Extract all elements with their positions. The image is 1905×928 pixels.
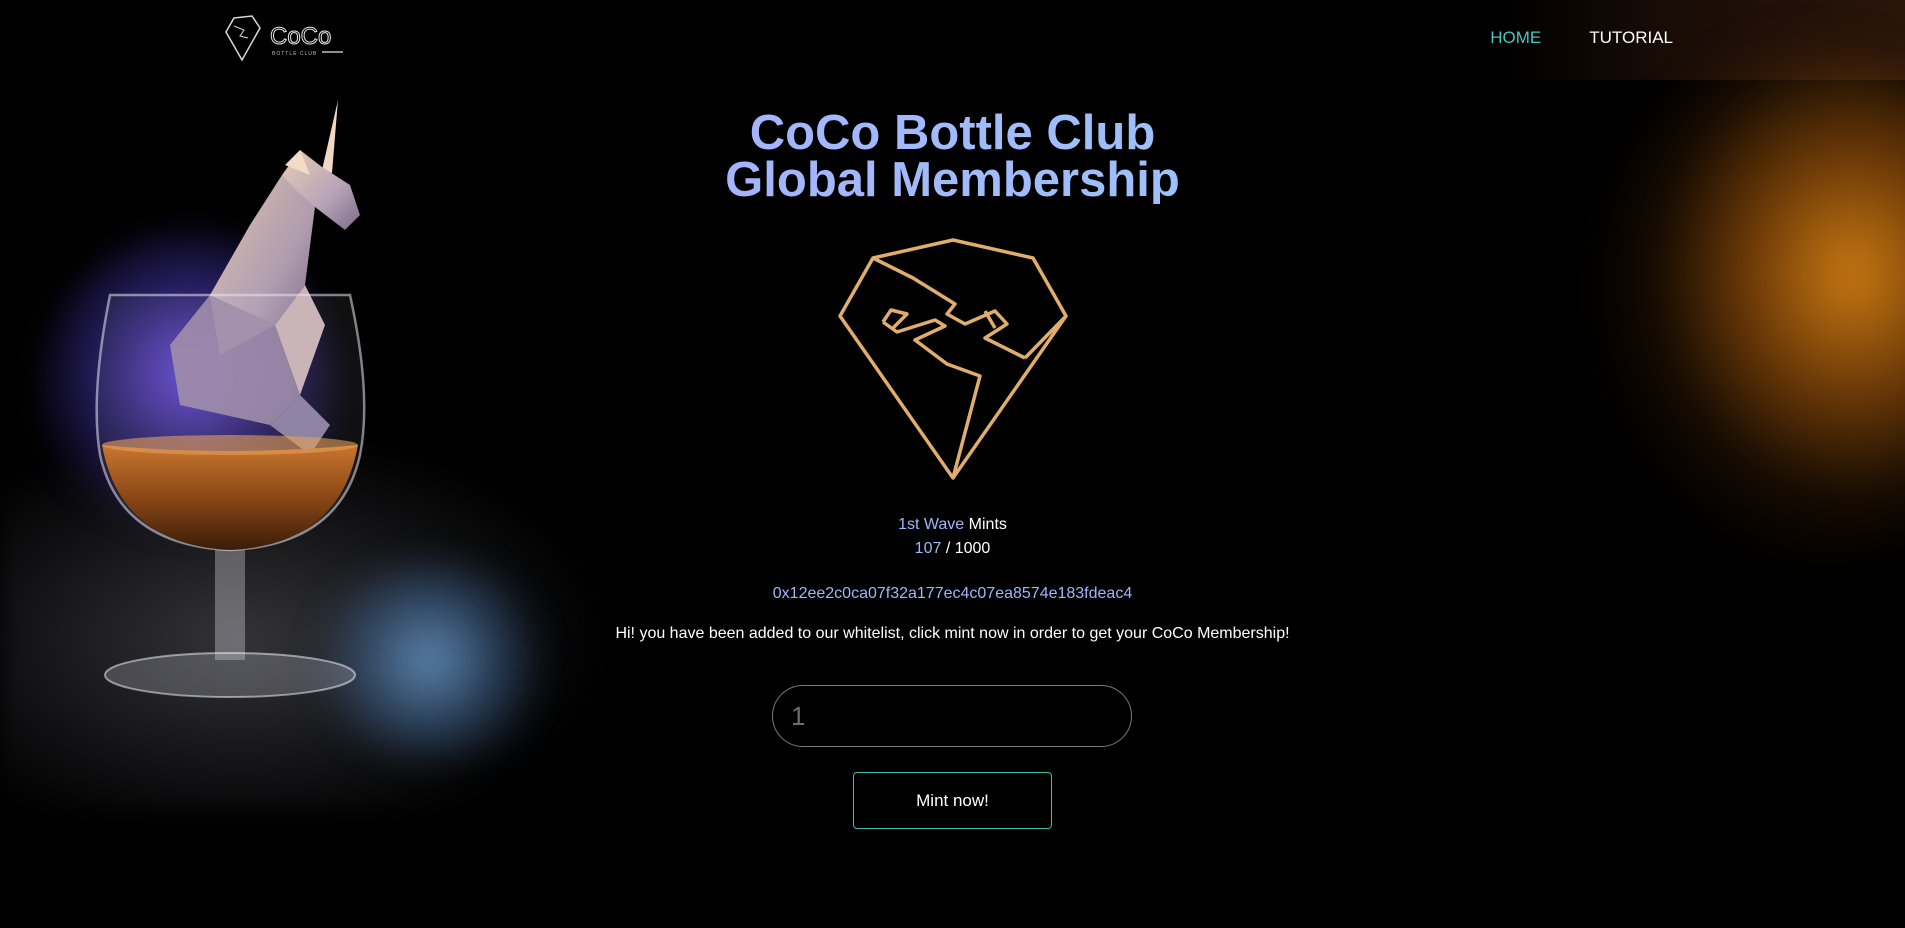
top-nav: HOME TUTORIAL: [1490, 28, 1673, 48]
mint-now-button[interactable]: Mint now!: [853, 772, 1052, 829]
coco-logo-icon[interactable]: CoCo BOTTLE CLUB: [222, 14, 347, 66]
wave-label: 1st Wave: [898, 516, 965, 533]
page: CoCo BOTTLE CLUB HOME TUTORIAL CoCo Bott…: [0, 0, 1905, 928]
diamond-emblem-icon: [838, 238, 1068, 480]
whitelist-message: Hi! you have been added to our whitelist…: [615, 625, 1290, 642]
nav-home[interactable]: HOME: [1490, 28, 1541, 48]
logo-subtext: BOTTLE CLUB: [272, 51, 317, 57]
mint-stats: 1st Wave Mints 107 / 1000: [0, 513, 1905, 561]
total-supply: 1000: [954, 540, 991, 557]
quantity-input[interactable]: [772, 685, 1132, 747]
title-line-2: Global Membership: [725, 153, 1180, 207]
page-title: CoCo Bottle Club Global Membership: [0, 110, 1905, 204]
logo-text: CoCo: [270, 23, 331, 50]
minted-count: 107: [914, 540, 942, 557]
nav-tutorial[interactable]: TUTORIAL: [1589, 28, 1673, 48]
count-line: 107 / 1000: [0, 537, 1905, 561]
wallet-address: 0x12ee2c0ca07f32a177ec4c07ea8574e183fdea…: [772, 585, 1133, 602]
mints-label: Mints: [968, 516, 1007, 533]
count-separator: /: [945, 540, 951, 557]
title-line-1: CoCo Bottle Club: [749, 106, 1156, 160]
wave-line: 1st Wave Mints: [0, 513, 1905, 537]
